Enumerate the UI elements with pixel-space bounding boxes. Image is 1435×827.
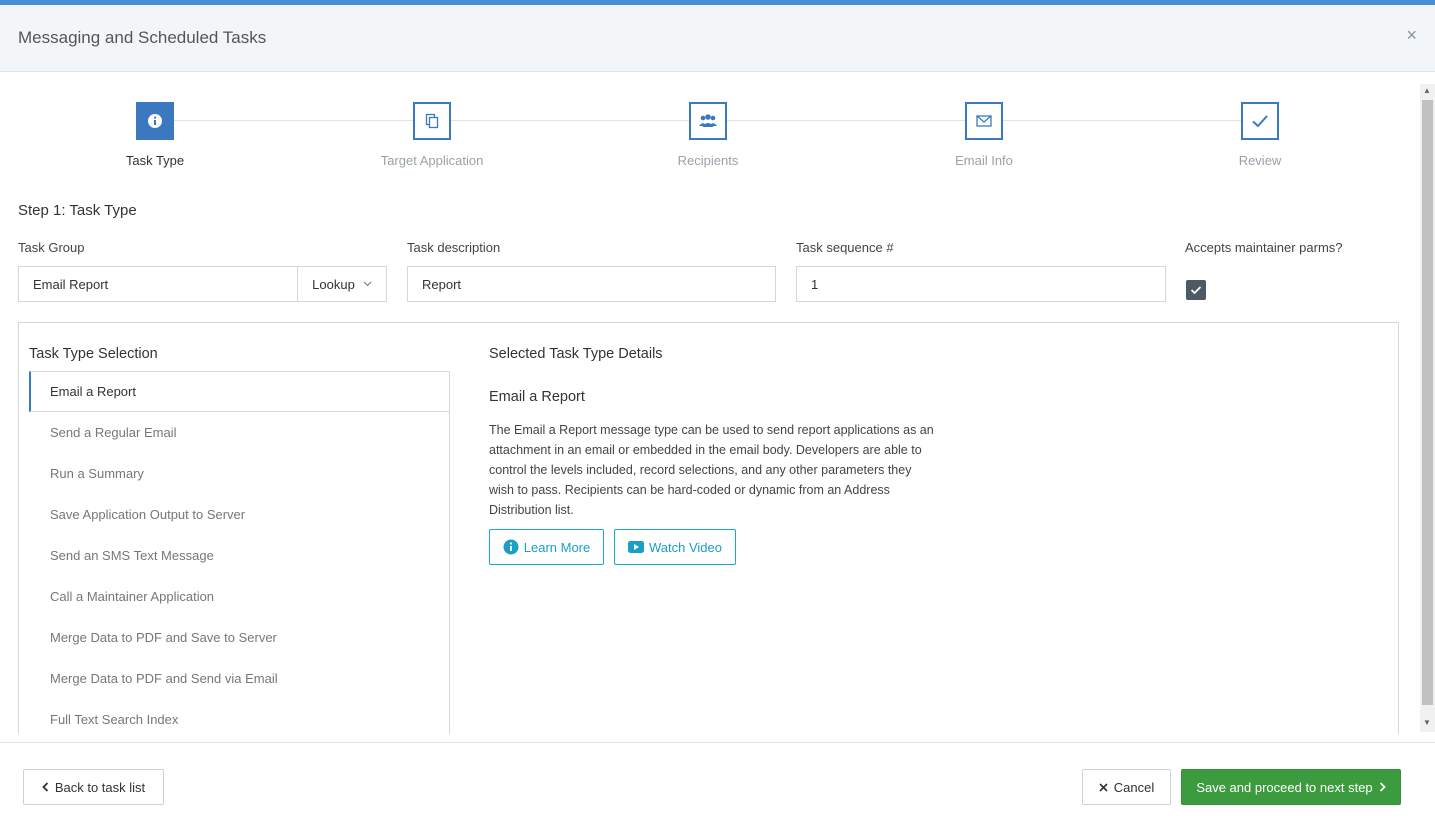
task-item-call-maintainer[interactable]: Call a Maintainer Application xyxy=(29,576,449,617)
task-sequence-value: 1 xyxy=(811,276,819,292)
scroll-up-arrow-icon[interactable]: ▲ xyxy=(1423,86,1431,95)
accepts-parms-checkbox[interactable] xyxy=(1186,280,1206,300)
cancel-button[interactable]: Cancel xyxy=(1082,769,1171,805)
task-sequence-input[interactable]: 1 xyxy=(796,266,1166,302)
task-description-value: Report xyxy=(422,276,462,292)
lookup-button[interactable]: Lookup xyxy=(297,266,387,302)
task-group-label: Task Group xyxy=(18,240,85,255)
task-description-input[interactable]: Report xyxy=(407,266,776,302)
users-icon xyxy=(699,114,717,127)
step-task-type[interactable]: Task Type xyxy=(55,102,255,168)
task-type-panel: Task Type Selection Email a Report Send … xyxy=(18,322,1399,734)
copy-icon xyxy=(425,113,439,129)
task-item-send-regular-email[interactable]: Send a Regular Email xyxy=(29,412,449,453)
info-circle-icon xyxy=(503,539,519,555)
checkmark-icon xyxy=(1190,286,1202,295)
task-type-list: Email a Report Send a Regular Email Run … xyxy=(29,371,450,734)
details-title: Selected Task Type Details xyxy=(489,346,663,362)
watch-video-label: Watch Video xyxy=(649,539,722,555)
dialog-header: Messaging and Scheduled Tasks × xyxy=(0,5,1435,72)
step-recipients[interactable]: Recipients xyxy=(608,102,808,168)
checkmark-icon xyxy=(1252,115,1268,128)
cancel-label: Cancel xyxy=(1113,779,1155,795)
accepts-parms-label: Accepts maintainer parms? xyxy=(1185,240,1343,255)
step-label: Review xyxy=(1238,153,1282,168)
dialog-title: Messaging and Scheduled Tasks xyxy=(18,28,267,47)
step-box xyxy=(689,102,727,140)
save-and-proceed-button[interactable]: Save and proceed to next step xyxy=(1181,769,1401,805)
step-review[interactable]: Review xyxy=(1160,102,1360,168)
back-to-task-list-button[interactable]: Back to task list xyxy=(23,769,164,805)
step-box xyxy=(965,102,1003,140)
details-task-name: Email a Report xyxy=(489,389,585,405)
task-item-email-a-report[interactable]: Email a Report xyxy=(29,371,449,412)
step-label: Target Application xyxy=(380,153,484,168)
dialog-footer: Back to task list Cancel Save and procee… xyxy=(0,742,1435,827)
info-icon xyxy=(148,114,162,128)
details-description: The Email a Report message type can be u… xyxy=(489,423,934,517)
close-icon xyxy=(1099,782,1108,792)
youtube-icon xyxy=(628,541,644,553)
step-email-info[interactable]: Email Info xyxy=(884,102,1084,168)
lookup-label: Lookup xyxy=(312,276,355,292)
step-label: Task Type xyxy=(125,153,185,168)
chevron-right-icon xyxy=(1379,782,1386,792)
task-item-save-output-to-server[interactable]: Save Application Output to Server xyxy=(29,494,449,535)
step-box xyxy=(1241,102,1279,140)
scroll-down-arrow-icon[interactable]: ▼ xyxy=(1423,718,1431,727)
task-selection-title: Task Type Selection xyxy=(29,346,158,362)
task-sequence-label: Task sequence # xyxy=(796,240,894,255)
task-item-merge-pdf-save[interactable]: Merge Data to PDF and Save to Server xyxy=(29,617,449,658)
close-icon[interactable]: × xyxy=(1406,25,1417,46)
task-group-value: Email Report xyxy=(33,276,109,292)
chevron-down-icon xyxy=(363,281,372,287)
vertical-scrollbar[interactable]: ▲ ▼ xyxy=(1420,84,1435,732)
task-item-send-sms[interactable]: Send an SMS Text Message xyxy=(29,535,449,576)
back-label: Back to task list xyxy=(54,779,146,795)
step-box xyxy=(136,102,174,140)
envelope-icon xyxy=(976,115,992,127)
scrollbar-thumb[interactable] xyxy=(1422,100,1433,705)
step-box xyxy=(413,102,451,140)
step-heading: Step 1: Task Type xyxy=(18,202,137,219)
chevron-left-icon xyxy=(42,782,48,792)
step-target-application[interactable]: Target Application xyxy=(332,102,532,168)
task-item-merge-pdf-email[interactable]: Merge Data to PDF and Send via Email xyxy=(29,658,449,699)
wizard-stepper: Task Type Target Application Recipients xyxy=(0,72,1418,192)
task-item-run-summary[interactable]: Run a Summary xyxy=(29,453,449,494)
learn-more-button[interactable]: Learn More xyxy=(489,529,604,565)
task-group-input[interactable]: Email Report xyxy=(18,266,298,302)
task-description-label: Task description xyxy=(407,240,501,255)
step-label: Recipients xyxy=(677,153,739,168)
watch-video-button[interactable]: Watch Video xyxy=(614,529,736,565)
save-label: Save and proceed to next step xyxy=(1196,779,1373,795)
learn-more-label: Learn More xyxy=(523,539,591,555)
step-label: Email Info xyxy=(955,153,1013,168)
task-item-full-text-search[interactable]: Full Text Search Index xyxy=(29,699,449,734)
